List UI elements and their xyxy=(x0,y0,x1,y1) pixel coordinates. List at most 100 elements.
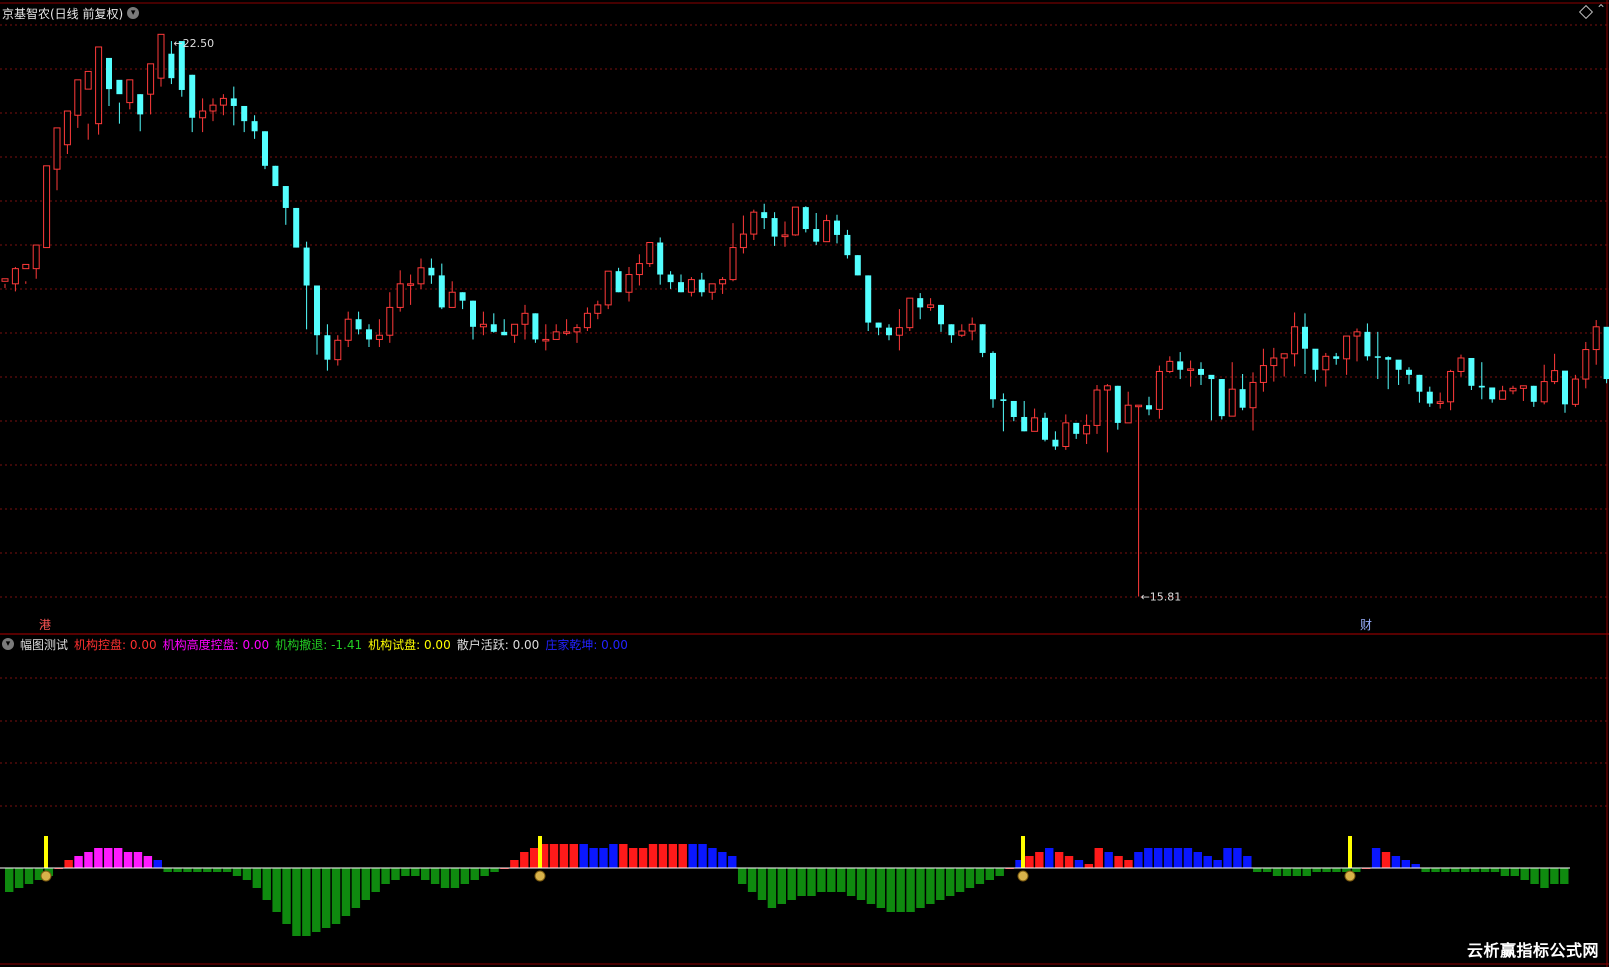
indicator-value: 0.00 xyxy=(238,637,270,652)
histogram-bar xyxy=(1421,868,1430,872)
candle-body xyxy=(84,70,92,90)
histogram-bar xyxy=(1550,868,1559,884)
histogram-bar xyxy=(1064,856,1074,868)
candle-body xyxy=(282,186,289,208)
histogram-bar xyxy=(520,852,529,868)
candle-body xyxy=(407,283,415,286)
histogram-bar xyxy=(777,868,786,904)
candle-body xyxy=(1468,357,1475,386)
candle-body xyxy=(1021,416,1028,432)
price-annotation: ←22.50 xyxy=(173,37,214,50)
histogram-bar xyxy=(1173,848,1183,868)
histogram-bar xyxy=(381,868,390,884)
histogram-bar xyxy=(1163,848,1173,868)
candle-body xyxy=(1406,369,1412,375)
candle-body xyxy=(1124,404,1132,424)
candle-body xyxy=(1322,355,1330,371)
candle-body xyxy=(448,291,456,308)
candle-body xyxy=(844,234,851,256)
candle-body xyxy=(1582,349,1590,380)
histogram-bar xyxy=(153,860,162,868)
histogram-bar xyxy=(1282,868,1292,876)
signal-bar xyxy=(44,836,48,868)
histogram-bar xyxy=(1035,852,1044,868)
candle-body xyxy=(542,338,550,342)
candle-body xyxy=(615,271,622,293)
candle-body xyxy=(272,165,279,187)
histogram-bar xyxy=(1213,860,1222,868)
histogram-bar xyxy=(629,848,638,868)
candle-body xyxy=(1416,374,1423,392)
candle-body xyxy=(1083,424,1091,435)
chart-title-row: 京基智农(日线 前复权) ▾ xyxy=(0,4,140,22)
histogram-bar xyxy=(757,868,767,900)
histogram-bar xyxy=(64,860,73,868)
coin-icon xyxy=(40,870,52,882)
histogram-bar xyxy=(1292,868,1302,876)
candle-body xyxy=(293,207,300,248)
candle-body xyxy=(1447,370,1455,403)
histogram-bar xyxy=(1114,856,1123,868)
candle-body xyxy=(303,247,310,286)
histogram-bar xyxy=(945,868,955,896)
histogram-bar xyxy=(391,868,400,880)
candle-body xyxy=(678,282,684,293)
chevron-down-icon[interactable]: ▾ xyxy=(2,638,14,650)
histogram-bar xyxy=(1411,864,1420,868)
indicator-items: 机构控盘: 0.00 机构高度控盘: 0.00 机构撤退: -1.41 机构试盘: 0… xyxy=(74,636,634,653)
coin-icon xyxy=(1344,870,1356,882)
histogram-bar xyxy=(1134,852,1143,868)
histogram-bar xyxy=(450,868,460,888)
histogram-bar xyxy=(1193,852,1203,868)
candle-body xyxy=(823,220,831,243)
histogram-bar xyxy=(995,868,1004,876)
histogram-bar xyxy=(460,868,470,884)
indicator-value: -1.41 xyxy=(327,637,363,652)
histogram-bar xyxy=(302,868,311,936)
histogram-bar xyxy=(837,868,846,892)
indicator-row: ▾ 幅图测试 机构控盘: 0.00 机构高度控盘: 0.00 机构撤退: -1.41… xyxy=(0,636,634,652)
candle-body xyxy=(1239,389,1246,408)
signal-bar xyxy=(1348,836,1352,868)
candle-body xyxy=(927,304,935,308)
histogram-bar xyxy=(411,868,420,876)
histogram-bar xyxy=(985,868,995,880)
candle-body xyxy=(1302,326,1308,349)
histogram-bar xyxy=(1025,856,1034,868)
candle-body xyxy=(209,104,217,112)
candle-body xyxy=(573,327,581,333)
candle-body xyxy=(583,312,591,329)
histogram-bar xyxy=(1272,868,1282,876)
histogram-bar xyxy=(1322,868,1331,872)
candle-body xyxy=(667,274,674,283)
histogram-bar xyxy=(1540,868,1549,888)
candle-body xyxy=(719,279,727,285)
chevron-down-icon[interactable]: ▾ xyxy=(127,7,140,19)
candle-body xyxy=(895,327,903,336)
candle-body xyxy=(479,323,487,328)
candle-body xyxy=(1052,439,1059,447)
histogram-bar xyxy=(84,852,93,868)
histogram-bar xyxy=(955,868,965,892)
candle-body xyxy=(147,63,155,95)
candle-body xyxy=(625,274,633,293)
histogram-bar xyxy=(1510,868,1519,876)
candle-body xyxy=(95,46,103,125)
chevron-up-icon[interactable]: ⌃ xyxy=(1596,2,1606,16)
candle-body xyxy=(1000,399,1007,401)
indicator-value: 0.00 xyxy=(508,637,540,652)
histogram-bar xyxy=(1124,860,1133,868)
candle-body xyxy=(241,105,248,122)
candle-body xyxy=(511,323,519,336)
histogram-bar xyxy=(1480,868,1490,872)
candle-body xyxy=(646,242,654,265)
histogram-bar xyxy=(1223,848,1232,868)
candle-body xyxy=(1519,385,1527,389)
histogram-bar xyxy=(321,868,331,928)
candle-body xyxy=(1073,422,1080,434)
histogram-bar xyxy=(936,868,945,900)
candle-body xyxy=(865,275,872,323)
candle-body xyxy=(355,319,362,330)
candle-body xyxy=(1562,370,1568,405)
histogram-bar xyxy=(698,844,707,868)
